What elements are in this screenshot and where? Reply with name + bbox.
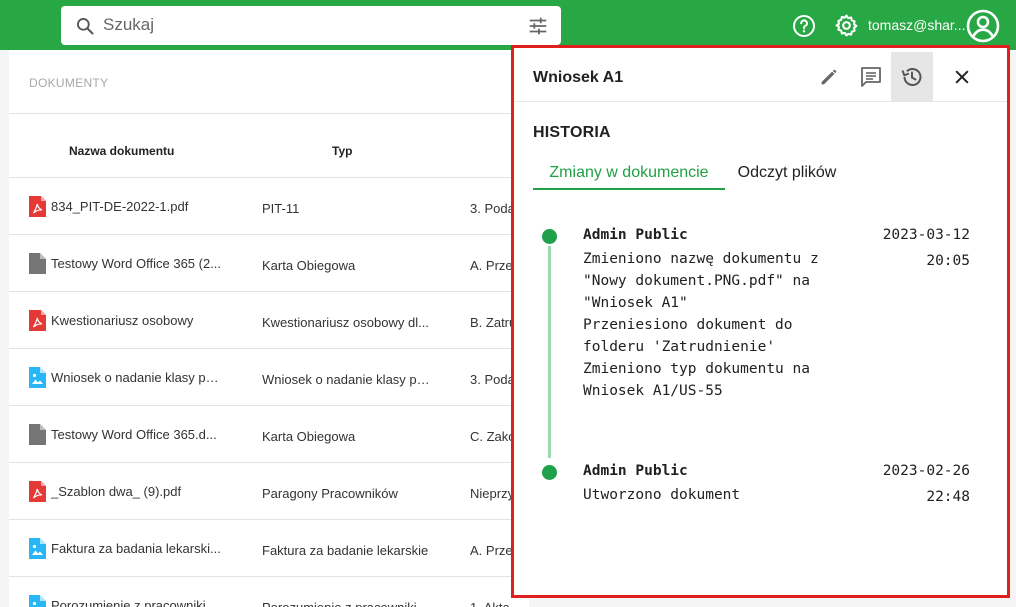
image-file-icon (29, 538, 46, 559)
history-entry-date: 2023-02-26 (882, 463, 970, 479)
column-header-type[interactable]: Typ (332, 144, 352, 158)
history-entry-line: folderu 'Zatrudnienie' (583, 339, 776, 355)
document-type: Paragony Pracowników (262, 486, 398, 501)
document-type: Porozumienie z pracowniki... (262, 600, 434, 607)
table-row[interactable]: 834_PIT-DE-2022-1.pdf PIT-11 3. Poda (9, 177, 529, 234)
history-entry-line: "Wniosek A1" (583, 295, 688, 311)
history-entry-line: Wniosek A1/US-55 (583, 383, 723, 399)
account-avatar-icon[interactable] (966, 9, 1000, 43)
document-name[interactable]: Wniosek o nadanie klasy po... (51, 370, 223, 385)
table-row[interactable]: Faktura za badania lekarski... Faktura za… (9, 519, 529, 576)
timeline-dot (542, 465, 557, 480)
document-name[interactable]: Faktura za badania lekarski... (51, 541, 223, 556)
comments-button[interactable] (850, 52, 892, 102)
image-file-icon (29, 367, 46, 388)
document-type: Karta Obiegowa (262, 429, 356, 444)
history-entry-line: "Nowy dokument.PNG.pdf" na (583, 273, 810, 289)
panel-header: Wniosek A1 (514, 48, 1007, 102)
table-row[interactable]: Testowy Word Office 365.d... Karta Obiego… (9, 405, 529, 462)
timeline-line (548, 246, 551, 458)
document-name[interactable]: Testowy Word Office 365.d... (51, 427, 223, 442)
generic-file-icon (29, 424, 46, 445)
close-panel-button[interactable] (941, 52, 983, 102)
document-name[interactable]: _Szablon dwa_ (9).pdf (51, 484, 223, 499)
table-row[interactable]: Porozumienie z pracowniki... Porozumienie… (9, 576, 529, 607)
tab-document-changes[interactable]: Zmiany w dokumencie (533, 154, 725, 190)
document-type: Kwestionariusz osobowy dl... (262, 315, 429, 330)
document-type: Wniosek o nadanie klasy po... (262, 372, 434, 387)
table-row[interactable]: Kwestionariusz osobowy Kwestionariusz oso… (9, 291, 529, 348)
history-entry-user: Admin Public (583, 463, 688, 479)
history-entry-line: Utworzono dokument (583, 487, 741, 503)
top-bar: tomasz@shar... (0, 0, 1016, 50)
pdf-file-icon (29, 481, 46, 502)
comment-icon (861, 67, 881, 87)
close-icon (955, 70, 969, 84)
tab-file-reads[interactable]: Odczyt plików (726, 154, 848, 190)
document-status: 1. Akta (470, 600, 518, 607)
history-button[interactable] (891, 52, 933, 102)
history-section-title: HISTORIA (533, 124, 611, 141)
document-type: Karta Obiegowa (262, 258, 356, 273)
history-entry-date: 2023-03-12 (882, 227, 970, 243)
divider (9, 113, 529, 114)
history-entry-time: 20:05 (926, 253, 970, 269)
history-entry-user: Admin Public (583, 227, 688, 243)
search-icon (77, 18, 94, 35)
document-name[interactable]: Testowy Word Office 365 (2... (51, 256, 223, 271)
document-type: PIT-11 (262, 201, 300, 216)
pencil-icon (821, 69, 837, 85)
pdf-file-icon (29, 310, 46, 331)
timeline-dot (542, 229, 557, 244)
document-type: Faktura za badanie lekarskie (262, 543, 429, 558)
table-row[interactable]: _Szablon dwa_ (9).pdf Paragony Pracownikó… (9, 462, 529, 519)
image-file-icon (29, 595, 46, 607)
documents-section-title: DOKUMENTY (29, 76, 109, 90)
edit-button[interactable] (808, 52, 850, 102)
history-entry-line: Zmieniono nazwę dokumentu z (583, 251, 819, 267)
history-entry-description: Utworzono dokument (583, 484, 740, 506)
filter-settings-icon[interactable] (527, 15, 549, 37)
history-icon (901, 68, 922, 86)
document-history-panel: Wniosek A1 HISTORIA Zmiany w dokumencie … (511, 45, 1010, 598)
document-name[interactable]: Porozumienie z pracowniki... (51, 598, 223, 607)
generic-file-icon (29, 253, 46, 274)
panel-title: Wniosek A1 (533, 69, 624, 86)
history-entry-line: Zmieniono typ dokumentu na (583, 361, 810, 377)
documents-list-panel: DOKUMENTY Nazwa dokumentu Typ 834_PIT-DE… (9, 50, 529, 607)
document-name[interactable]: 834_PIT-DE-2022-1.pdf (51, 199, 223, 214)
history-entry-line: Przeniesiono dokument do (583, 317, 793, 333)
search-box[interactable] (61, 6, 561, 45)
search-input[interactable] (103, 14, 503, 36)
history-entry-description: Zmieniono nazwę dokumentu z "Nowy dokume… (583, 248, 819, 402)
column-header-name[interactable]: Nazwa dokumentu (69, 144, 174, 158)
settings-gear-icon[interactable] (834, 13, 859, 38)
history-entry-time: 22:48 (926, 489, 970, 505)
table-row[interactable]: Testowy Word Office 365 (2... Karta Obieg… (9, 234, 529, 291)
table-row[interactable]: Wniosek o nadanie klasy po... Wniosek o n… (9, 348, 529, 405)
help-icon[interactable] (792, 14, 816, 38)
user-account-name[interactable]: tomasz@shar... (868, 17, 966, 33)
pdf-file-icon (29, 196, 46, 217)
document-name[interactable]: Kwestionariusz osobowy (51, 313, 223, 328)
